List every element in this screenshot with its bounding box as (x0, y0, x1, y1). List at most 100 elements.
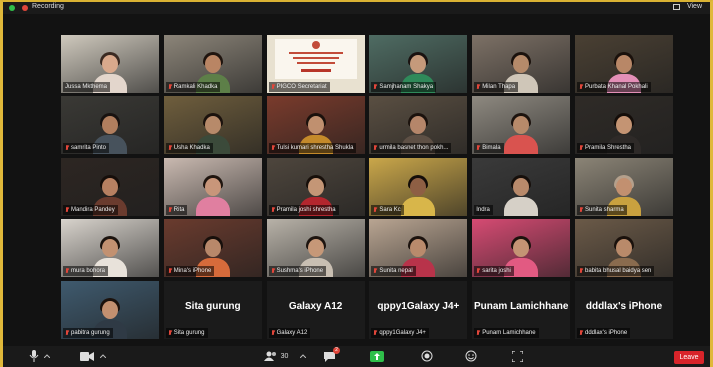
participant-name: babita bhusal baidya sen (585, 268, 652, 275)
record-button[interactable] (419, 349, 435, 363)
muted-microphone-icon (579, 206, 583, 213)
muted-microphone-icon (271, 145, 275, 151)
mute-button[interactable] (27, 349, 41, 363)
record-icon (421, 350, 433, 362)
muted-microphone-icon (271, 206, 275, 213)
participant-name: PIGCO Secretariat (276, 84, 327, 90)
security-shield-icon[interactable] (9, 5, 15, 11)
participant-name: urmila basnet thon pokh... (379, 145, 449, 152)
muted-microphone-icon (271, 329, 275, 336)
participant-name: Milan Thapa (482, 84, 516, 90)
participant-name-tag: Mandira Pandey (63, 204, 118, 215)
fullscreen-button[interactable] (509, 349, 525, 363)
reactions-button[interactable] (463, 349, 479, 363)
participant-tile[interactable]: Jussa Mkthema (61, 35, 159, 93)
chevron-up-icon (44, 354, 50, 358)
participant-tile[interactable]: Punam Lamichhane Punam Lamichhane (472, 280, 571, 339)
participant-tile[interactable]: Pramila joshi shrestha (266, 157, 365, 216)
view-button[interactable]: View (687, 3, 702, 10)
participant-tile[interactable]: urmila basnet thon pokh... (369, 96, 468, 155)
participant-tile[interactable]: pabitra gurung (61, 280, 159, 339)
chevron-up-icon (300, 354, 306, 358)
participant-name-tag: sarita joshi (474, 266, 514, 277)
participant-name: Indra (476, 206, 490, 213)
participant-name-tag: Samjhanam Shakya (371, 82, 437, 92)
participant-tile[interactable]: Sushma's iPhone (266, 219, 365, 278)
participant-display-name: Punam Lamichhane (473, 300, 569, 312)
participant-name-tag: Punam Lamichhane (474, 327, 539, 338)
participant-name-tag: Mina's iPhone (165, 266, 215, 277)
muted-microphone-icon (579, 84, 583, 90)
participant-tile[interactable]: Pramila Shrestha (575, 96, 673, 155)
participant-name: Pramila joshi shrestha (276, 206, 336, 213)
grid-view-icon[interactable] (673, 4, 680, 10)
muted-microphone-icon (476, 329, 480, 336)
participant-tile[interactable]: Bimala (472, 96, 571, 155)
muted-microphone-icon (168, 268, 172, 274)
participant-tile[interactable]: Milan Thapa (472, 35, 571, 93)
participant-name-tag: Ramkali Khadka (165, 82, 221, 92)
muted-microphone-icon (579, 329, 583, 336)
participant-name-tag: Indra (474, 204, 493, 215)
participant-name: Sunita sharma (585, 206, 624, 213)
participant-name: dddlax's iPhone (585, 329, 628, 336)
participant-tile[interactable]: Sara Kc (369, 157, 468, 216)
participant-tile[interactable]: Ramkali Khadka (163, 35, 262, 93)
video-button[interactable] (79, 349, 95, 363)
muted-microphone-icon (65, 329, 69, 336)
participant-tile[interactable]: Usha Khadka (163, 96, 262, 155)
participant-name: Jussa Mkthema (65, 84, 108, 90)
participant-tile[interactable]: Mandira Pandey (61, 157, 159, 216)
participant-name: Ramkali Khadka (173, 84, 218, 90)
participant-name-tag: Sita gurung (165, 327, 208, 338)
muted-microphone-icon (373, 84, 377, 90)
participant-tile[interactable]: dddlax's iPhone dddlax's iPhone (575, 280, 673, 339)
participants-count: 30 (280, 352, 289, 360)
muted-microphone-icon (476, 145, 480, 151)
participant-tile[interactable]: Sita gurung Sita gurung (163, 280, 262, 339)
participant-tile[interactable]: babita bhusal baidya sen (575, 219, 673, 278)
muted-microphone-icon (168, 145, 172, 151)
participant-tile[interactable]: sarita joshi (472, 219, 571, 278)
muted-microphone-icon (373, 145, 377, 151)
chat-button[interactable]: 2 (321, 347, 340, 363)
participant-name: Sara Kc (379, 206, 401, 213)
participant-tile[interactable]: Purbata Khanal Pokhali (575, 35, 673, 93)
participant-name-tag: Sunita sharma (577, 204, 627, 215)
participant-tile[interactable]: Indra (472, 157, 571, 216)
share-screen-button[interactable] (369, 349, 385, 363)
participant-tile[interactable]: samrita Pinto (61, 96, 159, 155)
leave-button[interactable]: Leave (674, 351, 704, 364)
participant-tile[interactable]: Tulsi kumari shrestha Shukla (266, 96, 365, 155)
participant-tile[interactable]: Samjhanam Shakya (369, 35, 468, 93)
participant-name: Bimala (482, 145, 501, 152)
participant-video-person (401, 172, 436, 216)
video-camera-icon (80, 351, 94, 361)
participants-icon (263, 351, 276, 361)
participant-tile[interactable]: Rita (163, 157, 262, 216)
participant-tile[interactable]: Galaxy A12 Galaxy A12 (266, 280, 365, 339)
muted-microphone-icon (65, 268, 69, 274)
participant-name: Sushma's iPhone (276, 268, 324, 275)
participant-tile[interactable]: PIGCO Secretariat (266, 35, 365, 93)
fullscreen-icon (511, 350, 523, 362)
audio-options-button[interactable] (43, 349, 51, 363)
participant-name: samrita Pinto (71, 145, 107, 152)
participant-name-tag: urmila basnet thon pokh... (371, 143, 452, 154)
participant-tile[interactable]: qppy1Galaxy J4+ qppy1Galaxy J4+ (369, 280, 468, 339)
participants-options-button[interactable] (299, 349, 307, 363)
participants-button[interactable]: 30 (261, 349, 291, 363)
participant-name: pabitra gurung (71, 329, 110, 336)
participant-name-tag: Usha Khadka (165, 143, 213, 154)
video-options-button[interactable] (99, 349, 107, 363)
participant-tile[interactable]: mura bohora (61, 219, 159, 278)
recording-icon (22, 5, 28, 11)
participant-tile[interactable]: Mina's iPhone (163, 219, 262, 278)
muted-microphone-icon (271, 268, 275, 274)
share-screen-icon (370, 350, 384, 362)
participant-name: Mina's iPhone (173, 268, 212, 275)
participant-tile[interactable]: Sunita sharma (575, 157, 673, 216)
participant-tile[interactable]: Sunita nepal (369, 219, 468, 278)
smiley-icon (465, 350, 477, 362)
participant-name: Mandira Pandey (71, 206, 115, 213)
